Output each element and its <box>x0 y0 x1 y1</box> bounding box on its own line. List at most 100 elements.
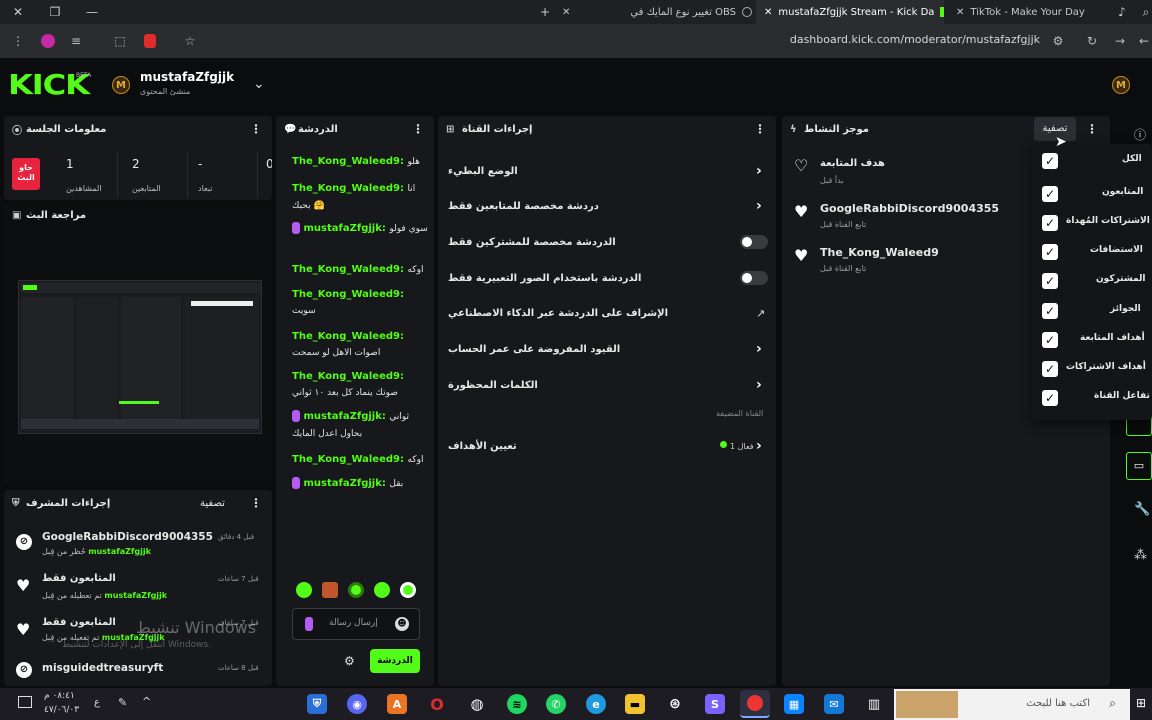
language-indicator-icon[interactable]: ع <box>94 697 100 708</box>
checkbox-follow-goals[interactable]: ✓ <box>1042 332 1058 348</box>
channel-role: منشئ المحتوى <box>140 87 191 96</box>
send-chat-button[interactable]: الدردشة <box>370 649 420 673</box>
tab-close-icon[interactable]: ✕ <box>764 7 772 18</box>
chrome-active-icon[interactable] <box>740 690 770 718</box>
close-window-icon[interactable]: ✕ <box>8 0 28 24</box>
list-item[interactable]: ⊘ misguidedtreasuryft قبل 8 ساعات <box>4 658 272 686</box>
checkbox-subscribers[interactable]: ✓ <box>1042 273 1058 289</box>
stat-extra: 0 <box>266 157 272 171</box>
account-age-row[interactable]: القيود المفروضة على عمر الحساب › <box>438 336 776 362</box>
heart-icon: ♥ <box>16 576 31 595</box>
minimize-window-icon[interactable]: — <box>82 0 102 24</box>
filter-button[interactable]: تصفية <box>200 498 225 509</box>
subscribers-only-toggle[interactable] <box>740 235 768 249</box>
tab-close-icon[interactable]: ✕ <box>562 7 570 18</box>
wallet-icon[interactable] <box>140 31 160 51</box>
taskbar-date[interactable]: ٤٧/٠٦/٠٣ <box>44 705 79 715</box>
emote-icon[interactable] <box>400 582 416 598</box>
new-tab-icon[interactable]: + <box>535 0 555 24</box>
taskbar-search[interactable]: اكتب هنا للبحث ⌕ <box>894 689 1130 720</box>
stream-preview[interactable] <box>18 280 262 434</box>
app-icon[interactable]: S <box>705 694 725 714</box>
preview-col <box>77 297 117 429</box>
more-options-icon[interactable]: ⋮ <box>412 120 424 138</box>
store-icon[interactable]: ▦ <box>784 694 804 714</box>
discord-icon[interactable]: ◉ <box>347 694 367 714</box>
info-icon[interactable]: ⓘ <box>1134 126 1146 143</box>
checkbox-sub-goals[interactable]: ✓ <box>1042 361 1058 377</box>
playlist-icon[interactable]: ≡ <box>66 31 86 51</box>
back-icon[interactable]: ← <box>1134 31 1152 51</box>
checkbox-all[interactable]: ✓ <box>1042 153 1058 169</box>
subscribers-only-row: الدردشة مخصصة للمشتركين فقط <box>438 229 776 255</box>
stat-viewers: 1 المشاهدين <box>48 152 118 198</box>
emote-icon[interactable] <box>296 582 312 598</box>
more-options-icon[interactable]: ⋮ <box>250 120 262 138</box>
task-view-icon[interactable]: ▥ <box>864 694 884 714</box>
checkbox-gifted-subs[interactable]: ✓ <box>1042 215 1058 231</box>
panel-title: معلومات الجلسة <box>26 123 107 135</box>
emoji-icon[interactable]: ☻ <box>395 617 409 631</box>
emotes-only-toggle[interactable] <box>740 271 768 285</box>
avatar[interactable]: M <box>112 76 130 94</box>
tab-kick[interactable]: ✕ mustafaZfgjjk Stream - Kick Da <box>756 0 944 24</box>
security-app-icon[interactable]: ⛨ <box>307 694 327 714</box>
profile-icon[interactable] <box>38 31 58 51</box>
app-icon[interactable]: A <box>387 694 407 714</box>
tab-obs[interactable]: ✕ تغيير نوع المايك في OBS <box>562 0 752 24</box>
list-item[interactable]: ♥ المتابعون فقط تم تعطيله من قِبل mustaf… <box>4 570 272 610</box>
reload-icon[interactable]: ↻ <box>1082 31 1102 51</box>
opera-icon[interactable]: O <box>427 694 447 714</box>
cube-icon[interactable]: ⬚ <box>110 31 130 51</box>
checkbox-followers[interactable]: ✓ <box>1042 186 1058 202</box>
wrench-icon[interactable]: 🔧 <box>1134 502 1150 517</box>
forward-icon[interactable]: → <box>1110 31 1130 51</box>
checkbox-rewards[interactable]: ✓ <box>1042 303 1058 319</box>
layout-icon[interactable]: ▭ <box>1126 452 1152 480</box>
emote-icon[interactable] <box>322 582 338 598</box>
mail-icon[interactable]: ✉ <box>824 694 844 714</box>
chevron-down-icon[interactable]: ⌄ <box>253 76 265 92</box>
banned-words-row[interactable]: الكلمات المحظورة › <box>438 372 776 398</box>
tab-search-icon[interactable]: ⌕ <box>1136 0 1152 24</box>
ban-icon: ⊘ <box>16 534 32 550</box>
site-settings-icon[interactable]: ⚙ <box>1048 31 1068 51</box>
checkbox-channel-interaction[interactable]: ✓ <box>1042 390 1058 406</box>
spotify-icon[interactable]: ≋ <box>507 694 527 714</box>
bookmark-star-icon[interactable]: ☆ <box>180 31 200 51</box>
checkbox-hosts[interactable]: ✓ <box>1042 244 1058 260</box>
notification-icon[interactable] <box>18 696 32 708</box>
chat-settings-icon[interactable]: ⚙ <box>344 654 355 668</box>
edge-icon[interactable]: e <box>586 694 606 714</box>
followers-only-row[interactable]: دردشة مخصصة للمتابعين فقط › <box>438 193 776 219</box>
more-options-icon[interactable]: ⋮ <box>754 120 766 138</box>
obs-icon[interactable]: ◍ <box>467 694 487 714</box>
stat-duration: - تبعاد <box>188 152 258 198</box>
windows-start-icon[interactable]: ⊞ <box>1136 696 1146 710</box>
restore-window-icon[interactable]: ❐ <box>45 0 65 24</box>
share-icon[interactable]: ⁂ <box>1134 548 1147 563</box>
set-goals-row[interactable]: تعيين الأهداف فعال 1 › <box>438 434 776 458</box>
panel-header: 💬 الدردشة <box>276 116 434 142</box>
taskbar-time[interactable]: ٠٨:٤١ م <box>44 691 75 701</box>
more-options-icon[interactable]: ⋮ <box>1086 120 1098 138</box>
kick-favicon-icon <box>940 7 944 17</box>
pen-icon[interactable]: ✎ <box>118 696 127 709</box>
list-item[interactable]: ⊘ GoogleRabbiDiscord9004355 حُظر من قِبل… <box>4 528 272 568</box>
ai-moderation-row[interactable]: الإشراف على الدردشة عبر الذكاء الاصطناعي… <box>438 300 776 326</box>
menu-icon[interactable]: ⋮ <box>8 31 28 51</box>
whatsapp-icon[interactable]: ✆ <box>546 694 566 714</box>
tab-tiktok[interactable]: ✕ TikTok - Make Your Day <box>950 0 1130 24</box>
emote-icon[interactable] <box>348 582 364 598</box>
chat-input[interactable]: إرسال رسالة ☻ <box>292 608 420 640</box>
more-options-icon[interactable]: ⋮ <box>250 494 262 512</box>
slow-mode-row[interactable]: الوضع البطيء › <box>438 158 776 184</box>
tray-chevron-icon[interactable]: ^ <box>142 695 151 708</box>
url-field[interactable]: dashboard.kick.com/moderator/mustafazfgj… <box>790 33 1040 46</box>
file-explorer-icon[interactable]: ▬ <box>625 694 645 714</box>
tab-close-icon[interactable]: ✕ <box>956 7 964 18</box>
steam-icon[interactable]: ⊛ <box>665 694 685 714</box>
emote-icon[interactable] <box>374 582 390 598</box>
user-avatar[interactable]: M <box>1112 76 1130 94</box>
panel-header: ⊞ إجراءات القناة <box>438 116 776 142</box>
